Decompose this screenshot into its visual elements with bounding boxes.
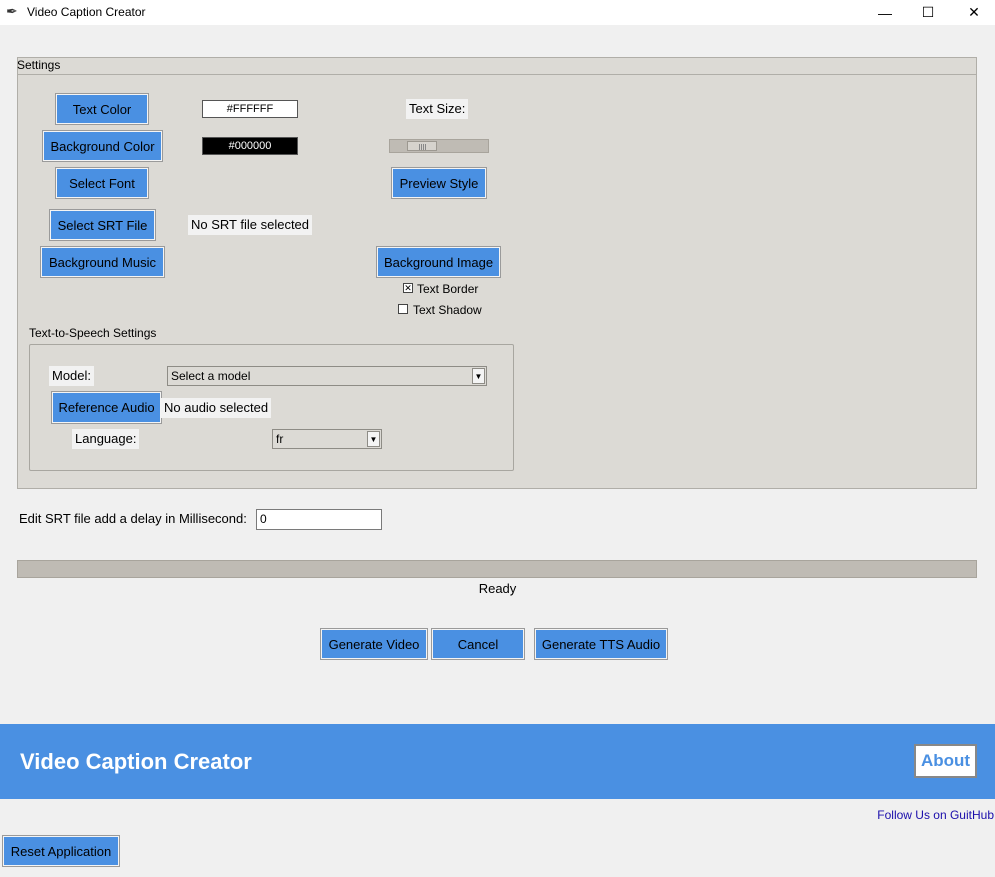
audio-status-label: No audio selected	[161, 398, 272, 418]
slider-thumb[interactable]	[407, 141, 437, 151]
background-image-button[interactable]: Background Image	[376, 246, 501, 278]
reference-audio-button[interactable]: Reference Audio	[51, 391, 162, 424]
model-label: Model:	[49, 366, 95, 386]
text-color-button[interactable]: Text Color	[55, 93, 149, 125]
text-shadow-checkbox[interactable]	[398, 304, 408, 314]
generate-tts-button[interactable]: Generate TTS Audio	[534, 628, 668, 660]
title-bar	[0, 0, 995, 25]
model-dropdown[interactable]: Select a model ▼	[167, 366, 487, 386]
text-border-checkbox[interactable]: ✕	[403, 283, 413, 293]
delay-label: Edit SRT file add a delay in Millisecond…	[19, 511, 247, 526]
feather-icon: ✒	[6, 3, 18, 19]
chevron-down-icon[interactable]: ▼	[367, 431, 380, 447]
status-text: Ready	[478, 581, 517, 596]
settings-label: Settings	[17, 58, 61, 72]
select-srt-button[interactable]: Select SRT File	[49, 209, 156, 241]
select-font-button[interactable]: Select Font	[55, 167, 149, 199]
progress-bar	[17, 560, 977, 578]
window-title: Video Caption Creator	[27, 5, 146, 19]
model-value: Select a model	[171, 369, 251, 383]
language-dropdown[interactable]: fr ▼	[272, 429, 382, 449]
background-music-button[interactable]: Background Music	[40, 246, 165, 278]
cancel-button[interactable]: Cancel	[431, 628, 525, 660]
language-value: fr	[276, 432, 284, 446]
preview-style-button[interactable]: Preview Style	[391, 167, 487, 199]
reset-application-button[interactable]: Reset Application	[2, 835, 120, 867]
github-link[interactable]: Follow Us on GuitHub	[877, 808, 994, 822]
text-color-value: #FFFFFF	[202, 100, 298, 118]
background-color-button[interactable]: Background Color	[42, 130, 163, 162]
close-button[interactable]: ✕	[951, 0, 995, 25]
text-size-label: Text Size:	[406, 99, 469, 119]
banner-title: Video Caption Creator	[20, 749, 252, 774]
tts-section-label: Text-to-Speech Settings	[29, 326, 157, 340]
generate-video-button[interactable]: Generate Video	[320, 628, 428, 660]
text-border-label: Text Border	[417, 282, 479, 296]
text-shadow-label: Text Shadow	[413, 303, 482, 317]
text-size-slider[interactable]	[389, 139, 489, 153]
chevron-down-icon[interactable]: ▼	[472, 368, 485, 384]
srt-status-label: No SRT file selected	[188, 215, 313, 235]
background-color-value: #000000	[202, 137, 298, 155]
about-button[interactable]: About	[914, 744, 977, 778]
minimize-button[interactable]: —	[862, 0, 908, 25]
settings-divider	[17, 74, 977, 75]
maximize-button[interactable]: ☐	[905, 0, 951, 25]
delay-input[interactable]: 0	[256, 509, 382, 530]
language-label: Language:	[72, 429, 140, 449]
